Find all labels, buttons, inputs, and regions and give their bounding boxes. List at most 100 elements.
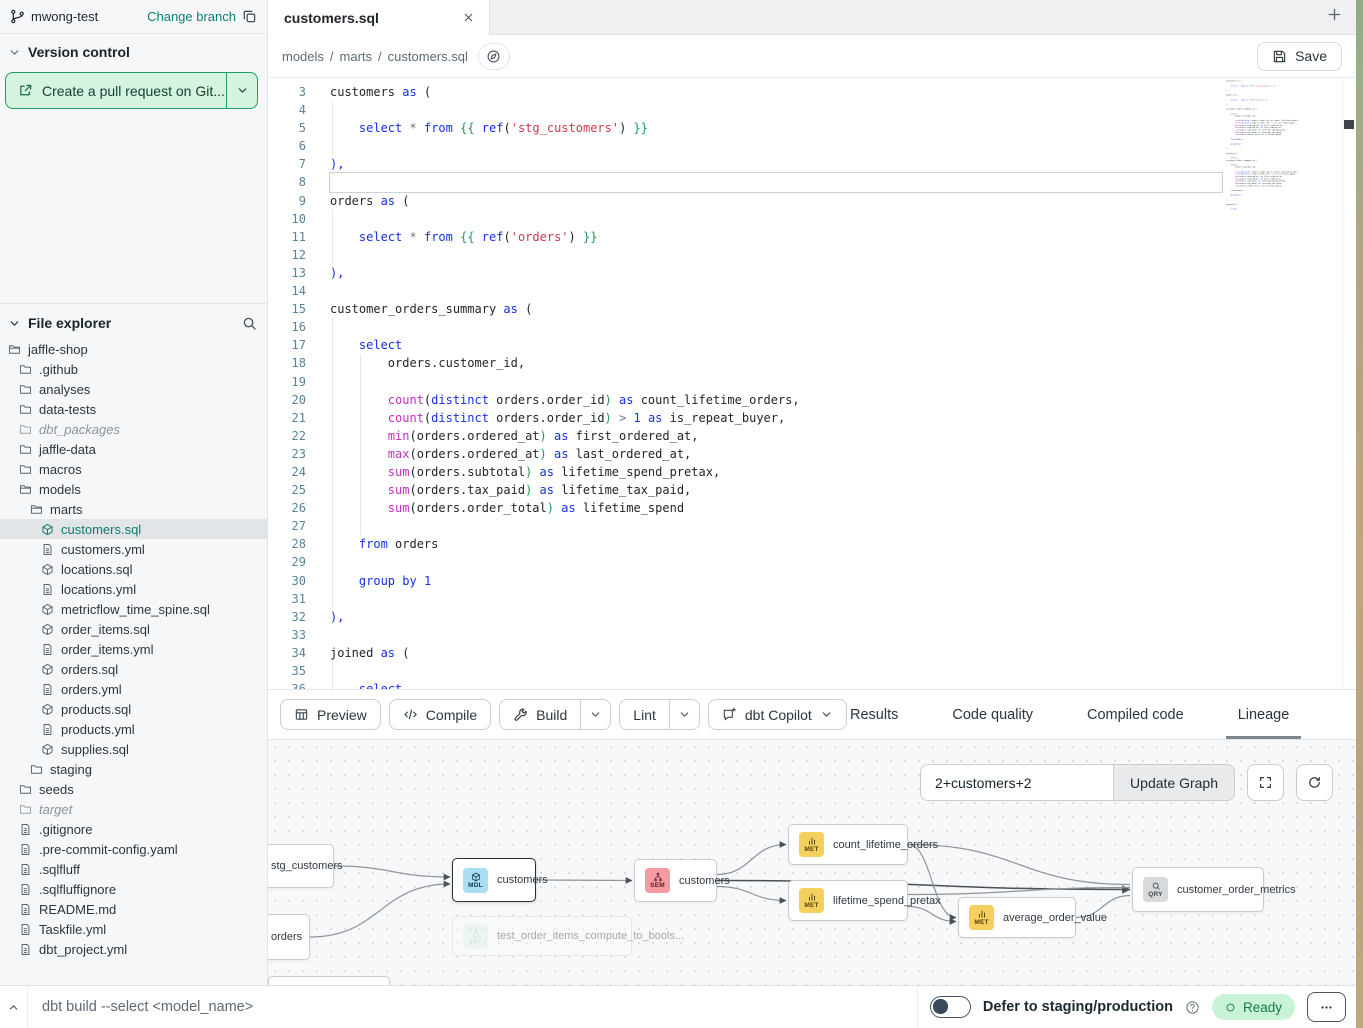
preview-button[interactable]: Preview bbox=[280, 699, 381, 730]
breadcrumb-models[interactable]: models bbox=[282, 49, 324, 64]
lineage-node-partial_node[interactable] bbox=[268, 976, 390, 985]
new-tab-button[interactable] bbox=[1327, 7, 1342, 25]
tree-item-jaffle-data[interactable]: jaffle-data bbox=[0, 439, 267, 459]
code-line-36[interactable]: 36 select bbox=[268, 680, 1356, 690]
code-line-9[interactable]: 9orders as ( bbox=[268, 192, 1356, 210]
tree-item-staging[interactable]: staging bbox=[0, 759, 267, 779]
refresh-graph-button[interactable] bbox=[1296, 764, 1333, 801]
code-line-20[interactable]: 20 count(distinct orders.order_id) as co… bbox=[268, 391, 1356, 409]
ide-status-badge[interactable]: Ready bbox=[1212, 994, 1295, 1020]
code-editor[interactable]: 3customers as (45 select * from {{ ref('… bbox=[268, 78, 1356, 690]
code-line-10[interactable]: 10 bbox=[268, 210, 1356, 228]
tree-item-analyses[interactable]: analyses bbox=[0, 379, 267, 399]
command-input[interactable]: dbt build --select <model_name> bbox=[28, 999, 917, 1015]
code-line-4[interactable]: 4 bbox=[268, 101, 1356, 119]
tree-item-dbt_packages[interactable]: dbt_packages bbox=[0, 419, 267, 439]
tree-item-products.sql[interactable]: products.sql bbox=[0, 699, 267, 719]
code-line-35[interactable]: 35 bbox=[268, 662, 1356, 680]
tree-item-dbt_project.yml[interactable]: dbt_project.yml bbox=[0, 939, 267, 959]
tree-item-metricflow_time_spine.sql[interactable]: metricflow_time_spine.sql bbox=[0, 599, 267, 619]
code-line-30[interactable]: 30 group by 1 bbox=[268, 572, 1356, 590]
code-line-28[interactable]: 28 from orders bbox=[268, 535, 1356, 553]
dbt-copilot-button[interactable]: dbt Copilot bbox=[708, 699, 847, 730]
code-line-21[interactable]: 21 count(distinct orders.order_id) > 1 a… bbox=[268, 409, 1356, 427]
compile-button[interactable]: Compile bbox=[389, 699, 491, 730]
explore-lineage-button[interactable] bbox=[478, 43, 510, 70]
tab-close-button[interactable] bbox=[462, 11, 475, 24]
code-line-34[interactable]: 34joined as ( bbox=[268, 644, 1356, 662]
tab-compiled-code[interactable]: Compiled code bbox=[1077, 690, 1194, 739]
editor-minimap[interactable]: customers as ( select * from {{ ref('stg… bbox=[1226, 80, 1312, 320]
code-line-31[interactable]: 31 bbox=[268, 590, 1356, 608]
tree-item-jaffle-shop[interactable]: jaffle-shop bbox=[0, 339, 267, 359]
tree-item-seeds[interactable]: seeds bbox=[0, 779, 267, 799]
tree-item-README.md[interactable]: README.md bbox=[0, 899, 267, 919]
file-search-button[interactable] bbox=[242, 316, 257, 331]
tree-item-.github[interactable]: .github bbox=[0, 359, 267, 379]
tree-item-locations.sql[interactable]: locations.sql bbox=[0, 559, 267, 579]
tree-item-products.yml[interactable]: products.yml bbox=[0, 719, 267, 739]
lineage-node-stg_customers[interactable]: MDLstg_customers bbox=[268, 844, 334, 888]
help-icon[interactable] bbox=[1185, 1000, 1200, 1015]
code-line-19[interactable]: 19 bbox=[268, 373, 1356, 391]
save-button[interactable]: Save bbox=[1257, 42, 1342, 71]
build-dropdown-button[interactable] bbox=[580, 700, 610, 729]
tab-lineage[interactable]: Lineage bbox=[1228, 690, 1300, 739]
create-pr-dropdown-button[interactable] bbox=[226, 73, 257, 108]
tree-item-.sqlfluffignore[interactable]: .sqlfluffignore bbox=[0, 879, 267, 899]
tree-item-customers.yml[interactable]: customers.yml bbox=[0, 539, 267, 559]
code-line-17[interactable]: 17 select bbox=[268, 336, 1356, 354]
tab-results[interactable]: Results bbox=[840, 690, 908, 739]
code-line-13[interactable]: 13), bbox=[268, 264, 1356, 282]
tree-item-macros[interactable]: macros bbox=[0, 459, 267, 479]
code-line-7[interactable]: 7), bbox=[268, 155, 1356, 173]
defer-toggle[interactable] bbox=[930, 996, 971, 1018]
tree-item-.pre-commit-config.yaml[interactable]: .pre-commit-config.yaml bbox=[0, 839, 267, 859]
build-button[interactable]: Build bbox=[500, 700, 580, 729]
lineage-node-average_order_value[interactable]: METaverage_order_value bbox=[958, 897, 1076, 938]
code-line-14[interactable]: 14 bbox=[268, 282, 1356, 300]
lineage-node-customers_mdl[interactable]: MDLcustomers bbox=[452, 858, 536, 902]
code-line-29[interactable]: 29 bbox=[268, 553, 1356, 571]
tree-item-supplies.sql[interactable]: supplies.sql bbox=[0, 739, 267, 759]
tree-item-order_items.yml[interactable]: order_items.yml bbox=[0, 639, 267, 659]
tree-item-locations.yml[interactable]: locations.yml bbox=[0, 579, 267, 599]
create-pr-button[interactable]: Create a pull request on Git... bbox=[6, 73, 226, 108]
lint-button[interactable]: Lint bbox=[620, 700, 669, 729]
code-line-8[interactable]: 8 bbox=[268, 173, 1356, 191]
tree-item-orders.yml[interactable]: orders.yml bbox=[0, 679, 267, 699]
tree-item-target[interactable]: target bbox=[0, 799, 267, 819]
tree-item-data-tests[interactable]: data-tests bbox=[0, 399, 267, 419]
code-line-16[interactable]: 16 bbox=[268, 318, 1356, 336]
breadcrumb-marts[interactable]: marts bbox=[340, 49, 373, 64]
code-lines[interactable]: 3customers as (45 select * from {{ ref('… bbox=[268, 78, 1356, 690]
file-explorer-header[interactable]: File explorer bbox=[0, 304, 267, 339]
tree-item-customers.sql[interactable]: customers.sql bbox=[0, 519, 267, 539]
code-line-5[interactable]: 5 select * from {{ ref('stg_customers') … bbox=[268, 119, 1356, 137]
code-line-15[interactable]: 15customer_orders_summary as ( bbox=[268, 300, 1356, 318]
lineage-node-count_lifetime_orders[interactable]: METcount_lifetime_orders bbox=[788, 824, 908, 865]
tree-item-models[interactable]: models bbox=[0, 479, 267, 499]
change-branch-link[interactable]: Change branch bbox=[147, 9, 236, 24]
code-line-33[interactable]: 33 bbox=[268, 626, 1356, 644]
code-line-11[interactable]: 11 select * from {{ ref('orders') }} bbox=[268, 228, 1356, 246]
lineage-node-orders[interactable]: MDLorders bbox=[268, 914, 310, 960]
lineage-node-customer_order_metrics[interactable]: QRYcustomer_order_metrics bbox=[1132, 867, 1264, 912]
more-options-button[interactable] bbox=[1307, 992, 1346, 1022]
code-line-26[interactable]: 26 sum(orders.order_total) as lifetime_s… bbox=[268, 499, 1356, 517]
tree-item-Taskfile.yml[interactable]: Taskfile.yml bbox=[0, 919, 267, 939]
code-line-22[interactable]: 22 min(orders.ordered_at) as first_order… bbox=[268, 427, 1356, 445]
tree-item-order_items.sql[interactable]: order_items.sql bbox=[0, 619, 267, 639]
code-line-32[interactable]: 32), bbox=[268, 608, 1356, 626]
fullscreen-button[interactable] bbox=[1247, 764, 1284, 801]
lineage-node-test_order_items[interactable]: TSTtest_order_items_compute_to_bools... bbox=[452, 916, 632, 956]
lineage-node-customers_sem[interactable]: SEMcustomers bbox=[634, 859, 717, 902]
tree-item-.sqlfluff[interactable]: .sqlfluff bbox=[0, 859, 267, 879]
version-control-header[interactable]: Version control bbox=[0, 34, 267, 68]
update-graph-button[interactable]: Update Graph bbox=[1113, 765, 1234, 800]
tree-item-.gitignore[interactable]: .gitignore bbox=[0, 819, 267, 839]
lint-dropdown-button[interactable] bbox=[669, 700, 699, 729]
code-line-27[interactable]: 27 bbox=[268, 517, 1356, 535]
tab-customers-sql[interactable]: customers.sql bbox=[268, 0, 490, 35]
tree-item-orders.sql[interactable]: orders.sql bbox=[0, 659, 267, 679]
